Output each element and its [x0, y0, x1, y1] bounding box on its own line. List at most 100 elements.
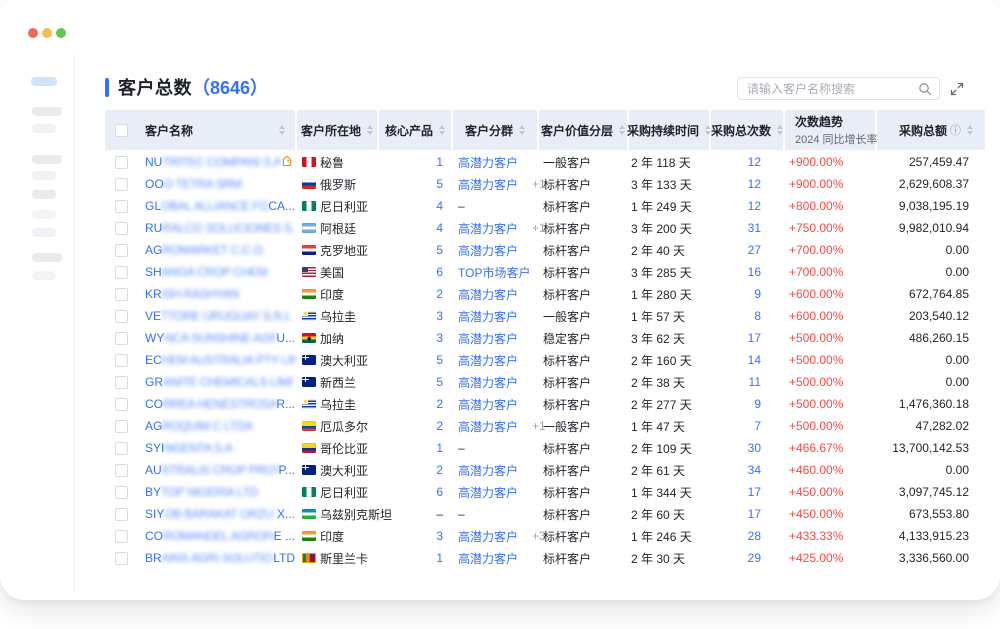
purchase-count-value[interactable]: 12 [748, 199, 761, 213]
customer-name-link[interactable]: RURALCO SOLUCIONES S.A [145, 221, 295, 235]
segment-link[interactable]: 高潜力客户 [458, 220, 518, 237]
row-checkbox[interactable] [115, 398, 128, 411]
table-row[interactable]: OOO TETRA SRM俄罗斯5高潜力客户+1标杆客户3 年 133 天12+… [105, 173, 985, 195]
customer-name-link[interactable]: COROMANDEL AGROPACK PRIVATE ... [145, 529, 295, 543]
segment-link[interactable]: 高潜力客户 [458, 308, 518, 325]
segment-link[interactable]: 高潜力客户 [458, 418, 518, 435]
segment-link[interactable]: 高潜力客户 [458, 242, 518, 259]
table-row[interactable]: KRISH RASHYAN印度2高潜力客户标杆客户1 年 280 天9+600.… [105, 283, 985, 305]
table-row[interactable]: AGROMARKET C.C.O克罗地亚5高潜力客户标杆客户2 年 40 天27… [105, 239, 985, 261]
customer-name-link[interactable]: ECHEM AUSTRALIA PTY LIMITED [145, 353, 295, 367]
table-row[interactable]: ECHEM AUSTRALIA PTY LIMITED澳大利亚5高潜力客户标杆客… [105, 349, 985, 371]
sort-icon[interactable] [439, 125, 445, 135]
purchase-count-value[interactable]: 17 [748, 485, 761, 499]
row-checkbox[interactable] [115, 420, 128, 433]
purchase-count-value[interactable]: 8 [754, 309, 761, 323]
core-products-value[interactable]: 4 [436, 221, 443, 235]
purchase-count-value[interactable]: 16 [748, 265, 761, 279]
core-products-value[interactable]: 3 [436, 309, 443, 323]
select-all-checkbox[interactable] [115, 124, 128, 137]
sidebar-item[interactable] [32, 155, 62, 164]
purchase-count-value[interactable]: 14 [748, 353, 761, 367]
customer-name-link[interactable]: OOO TETRA SRM [145, 177, 295, 191]
table-row[interactable]: GLOBAL ALLIANCE FOR CHEMICA...尼日利亚4–标杆客户… [105, 195, 985, 217]
row-checkbox[interactable] [115, 464, 128, 477]
customer-name-link[interactable]: VETTORE URUGUAY S.R.L [145, 309, 295, 323]
purchase-count-value[interactable]: 9 [754, 287, 761, 301]
table-row[interactable]: BRAINS AGRI SOLUTIONS PVT LTD斯里兰卡1高潜力客户标… [105, 547, 985, 569]
customer-name-link[interactable]: GRANITE CHEMICALS LIMITED [145, 375, 295, 389]
row-checkbox[interactable] [115, 530, 128, 543]
table-row[interactable]: BYTOP NIGERIA LTD尼日利亚6高潜力客户标杆客户1 年 344 天… [105, 481, 985, 503]
table-row[interactable]: WYNCA SUNSHINE AGRO PRODU...加纳3高潜力客户稳定客户… [105, 327, 985, 349]
purchase-count-value[interactable]: 28 [748, 529, 761, 543]
segment-link[interactable]: 高潜力客户 [458, 330, 518, 347]
customer-name-link[interactable]: SYINGENTA S.A [145, 441, 295, 455]
segment-link[interactable]: 高潜力客户 [458, 550, 518, 567]
table-row[interactable]: SIYOB BARAKAT ORZU FERMERX...乌兹别克斯坦––标杆客… [105, 503, 985, 525]
customer-name-link[interactable]: WYNCA SUNSHINE AGRO PRODU... [145, 331, 295, 345]
customer-name-link[interactable]: GLOBAL ALLIANCE FOR CHEMICA... [145, 199, 295, 213]
sidebar-item[interactable] [32, 171, 56, 180]
row-checkbox[interactable] [115, 552, 128, 565]
sort-icon[interactable] [619, 125, 625, 135]
core-products-value[interactable]: 2 [436, 287, 443, 301]
sort-icon[interactable] [519, 125, 525, 135]
segment-link[interactable]: 高潜力客户 [458, 176, 518, 193]
core-products-value[interactable]: 2 [436, 419, 443, 433]
sidebar-item[interactable] [32, 124, 56, 133]
purchase-count-value[interactable]: 29 [748, 551, 761, 565]
row-checkbox[interactable] [115, 222, 128, 235]
customer-name-link[interactable]: NUTRITEC COMPANI S.A.C [145, 155, 295, 169]
customer-name-link[interactable]: BRAINS AGRI SOLUTIONS PVT LTD [145, 551, 295, 565]
core-products-value[interactable]: 5 [436, 243, 443, 257]
segment-link[interactable]: 高潜力客户 [458, 374, 518, 391]
core-products-value[interactable]: 5 [436, 375, 443, 389]
purchase-count-value[interactable]: 11 [749, 375, 761, 389]
table-row[interactable]: AUSTRALIS CROP PROTECTIONP...澳大利亚2高潜力客户标… [105, 459, 985, 481]
customer-name-link[interactable]: AGROQUIM C LTDA [145, 419, 295, 433]
table-row[interactable]: VETTORE URUGUAY S.R.L乌拉圭3高潜力客户一般客户1 年 57… [105, 305, 985, 327]
segment-link[interactable]: 高潜力客户 [458, 286, 518, 303]
sort-icon[interactable] [367, 125, 373, 135]
table-row[interactable]: CORREA HENESTROSA & JARDR...乌拉圭2高潜力客户标杆客… [105, 393, 985, 415]
row-checkbox[interactable] [115, 310, 128, 323]
core-products-value[interactable]: 3 [436, 529, 443, 543]
close-button[interactable] [28, 28, 38, 38]
purchase-count-value[interactable]: 27 [748, 243, 761, 257]
purchase-count-value[interactable]: 7 [754, 419, 761, 433]
row-checkbox[interactable] [115, 266, 128, 279]
table-row[interactable]: SHANGA CROP CHEM美国6TOP市场客户标杆客户3 年 285 天1… [105, 261, 985, 283]
row-checkbox[interactable] [115, 354, 128, 367]
table-row[interactable]: AGROQUIM C LTDA厄瓜多尔2高潜力客户+1一般客户1 年 47 天7… [105, 415, 985, 437]
core-products-value[interactable]: 5 [436, 353, 443, 367]
core-products-value[interactable]: 5 [436, 177, 443, 191]
table-row[interactable]: COROMANDEL AGROPACK PRIVATE ...印度3高潜力客户+… [105, 525, 985, 547]
sidebar-item[interactable] [32, 107, 62, 116]
zoom-button[interactable] [56, 28, 66, 38]
customer-name-link[interactable]: CORREA HENESTROSA & JARDR... [145, 397, 295, 411]
customer-name-link[interactable]: SHANGA CROP CHEM [145, 265, 295, 279]
row-checkbox[interactable] [115, 200, 128, 213]
row-checkbox[interactable] [115, 178, 128, 191]
core-products-value[interactable]: 3 [436, 331, 443, 345]
segment-link[interactable]: 高潜力客户 [458, 154, 518, 171]
row-checkbox[interactable] [115, 508, 128, 521]
core-products-value[interactable]: 6 [436, 485, 443, 499]
sidebar-item[interactable] [32, 228, 56, 237]
purchase-count-value[interactable]: 30 [748, 441, 761, 455]
customer-name-link[interactable]: SIYOB BARAKAT ORZU FERMERX... [145, 507, 295, 521]
customer-name-link[interactable]: AUSTRALIS CROP PROTECTIONP... [145, 463, 295, 477]
customer-name-link[interactable]: AGROMARKET C.C.O [145, 243, 295, 257]
sort-icon[interactable] [279, 125, 285, 135]
customer-name-link[interactable]: KRISH RASHYAN [145, 287, 295, 301]
segment-link[interactable]: 高潜力客户 [458, 484, 518, 501]
info-icon[interactable]: ⓘ [950, 122, 961, 138]
segment-link[interactable]: 高潜力客户 [458, 528, 518, 545]
sort-icon[interactable] [777, 125, 783, 135]
sidebar-item[interactable] [32, 253, 62, 262]
sidebar-item[interactable] [32, 190, 56, 199]
fullscreen-expand-icon[interactable] [948, 80, 965, 97]
customer-name-link[interactable]: BYTOP NIGERIA LTD [145, 485, 295, 499]
purchase-count-value[interactable]: 9 [754, 397, 761, 411]
